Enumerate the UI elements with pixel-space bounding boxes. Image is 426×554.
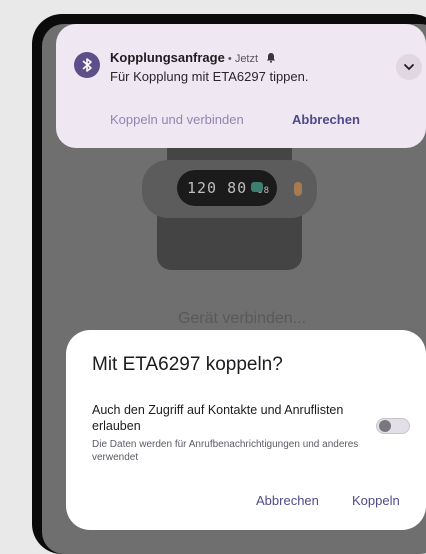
bluetooth-icon xyxy=(74,52,100,78)
pairing-dialog: Mit ETA6297 koppeln? Auch den Zugriff au… xyxy=(66,330,426,530)
dialog-title: Mit ETA6297 koppeln? xyxy=(92,354,283,375)
connecting-status: Gerät verbinden... xyxy=(177,310,307,327)
contacts-access-label: Auch den Zugriff auf Kontakte und Anrufl… xyxy=(92,403,344,433)
notification-cancel-button[interactable]: Abbrechen xyxy=(292,112,360,127)
device-button xyxy=(294,182,302,196)
device-display-value: 120 80 xyxy=(187,179,248,197)
pairing-notification[interactable]: Kopplungsanfrage • Jetzt Für Kopplung mi… xyxy=(56,24,426,148)
bell-icon xyxy=(266,51,276,66)
notification-body: Für Kopplung mit ETA6297 tippen. xyxy=(110,69,309,84)
chevron-down-icon[interactable] xyxy=(396,54,422,80)
device-display: 120 80 68 xyxy=(177,170,277,206)
device-strap xyxy=(157,210,302,270)
device-indicator xyxy=(251,182,263,192)
toggle-knob xyxy=(379,420,391,432)
dialog-cancel-button[interactable]: Abbrechen xyxy=(256,493,319,508)
pair-connect-button[interactable]: Koppeln und verbinden xyxy=(110,112,244,127)
dialog-pair-button[interactable]: Koppeln xyxy=(352,493,400,508)
notification-header: Kopplungsanfrage • Jetzt xyxy=(110,50,276,66)
contacts-access-toggle[interactable] xyxy=(376,418,410,434)
contacts-access-hint: Die Daten werden für Anrufbenachrichtigu… xyxy=(92,439,359,463)
notification-time: Jetzt xyxy=(234,53,259,65)
notification-title: Kopplungsanfrage xyxy=(110,50,225,65)
notification-separator: • xyxy=(224,53,235,65)
